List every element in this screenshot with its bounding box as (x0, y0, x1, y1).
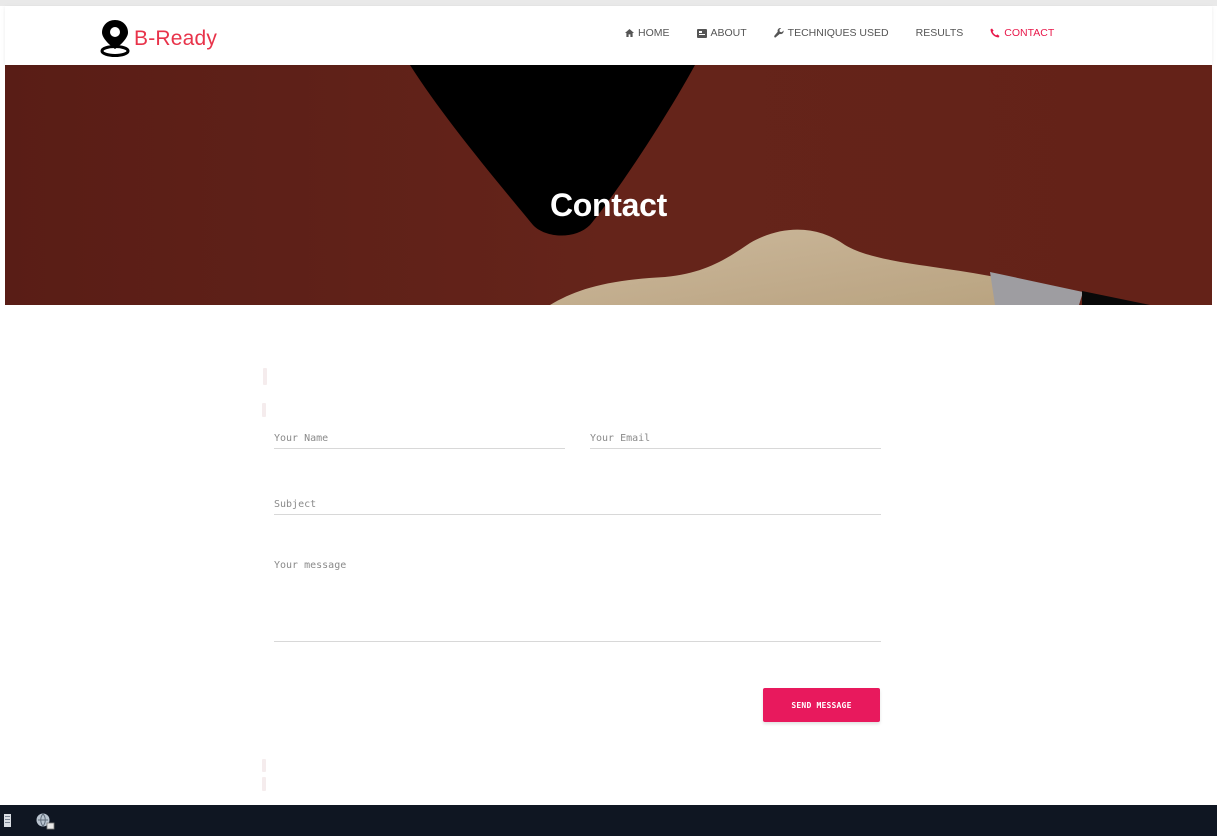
hero-banner: Contact (5, 65, 1212, 305)
nav-item-techniques[interactable]: TECHNIQUES USED (773, 27, 889, 39)
subject-input[interactable] (274, 499, 881, 510)
nav-item-contact[interactable]: CONTACT (990, 27, 1054, 39)
navbar: B-Ready HOME ABOUT TECHNIQUES USED RESUL… (5, 6, 1212, 65)
page-title: Contact (549, 187, 667, 224)
location-pin-icon (100, 20, 130, 57)
decorative-marker (262, 759, 266, 772)
nav-label-contact: CONTACT (1004, 27, 1055, 39)
main-nav: HOME ABOUT TECHNIQUES USED RESULTS CONTA… (625, 27, 1081, 39)
email-input[interactable] (590, 433, 881, 444)
nav-label-about: ABOUT (710, 27, 747, 39)
nav-label-home: HOME (638, 27, 670, 39)
hero-background-image (5, 65, 1212, 305)
home-icon (625, 29, 634, 37)
taskbar-document-icon[interactable] (4, 814, 11, 832)
name-field-wrapper (274, 428, 565, 449)
nav-item-about[interactable]: ABOUT (696, 27, 747, 39)
brand-name: B-Ready (134, 26, 218, 50)
nav-item-home[interactable]: HOME (625, 27, 670, 39)
phone-icon (990, 28, 1000, 38)
taskbar (0, 805, 1217, 836)
decorative-marker (263, 368, 267, 385)
message-textarea[interactable] (274, 560, 881, 636)
wrench-icon (773, 28, 784, 38)
message-field-wrapper (274, 560, 881, 642)
about-card-icon (696, 28, 707, 38)
nav-label-results: RESULTS (915, 27, 964, 39)
email-field-wrapper (590, 428, 881, 449)
brand-logo[interactable]: B-Ready (97, 18, 217, 58)
taskbar-network-icon[interactable] (35, 812, 55, 835)
subject-field-wrapper (274, 494, 881, 515)
name-input[interactable] (274, 433, 565, 444)
nav-label-techniques: TECHNIQUES USED (787, 27, 889, 39)
nav-item-results[interactable]: RESULTS (916, 27, 964, 39)
send-message-button[interactable]: SEND MESSAGE (763, 688, 880, 722)
decorative-marker (262, 403, 266, 417)
decorative-marker (262, 777, 266, 791)
